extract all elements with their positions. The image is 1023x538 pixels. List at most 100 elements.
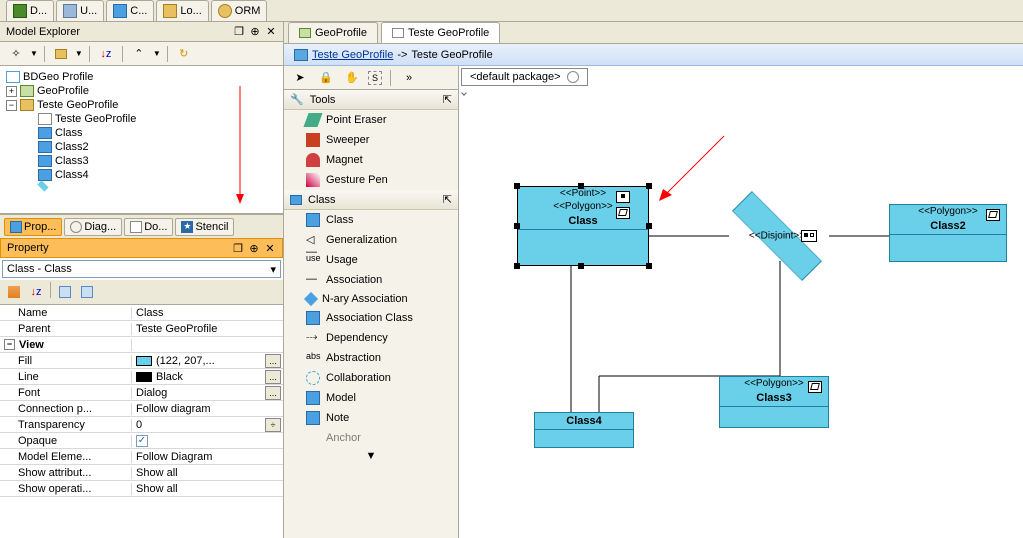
uml-nary[interactable]: <<Disjoint>>	[722, 208, 832, 264]
package-icon[interactable]	[51, 44, 71, 64]
class-icon	[306, 213, 320, 227]
uml-class[interactable]: Class4	[534, 412, 634, 448]
sweeper-icon	[306, 133, 320, 147]
select-icon[interactable]: S	[368, 71, 382, 85]
model-tree[interactable]: BDGeo Profile +GeoProfile −Teste GeoProf…	[0, 66, 283, 214]
property-panel: Property ❐ ⊕ ✕ Class - Class▾ ↓z NameCla…	[0, 238, 283, 538]
documentation-tab[interactable]: Do...	[124, 218, 173, 236]
expander-icon[interactable]: +	[6, 86, 17, 97]
edit-button[interactable]: ...	[265, 370, 281, 384]
close-icon[interactable]: ✕	[265, 26, 277, 38]
explorer-bottom-tabs: Prop... Diag... Do... ★Stencil	[0, 214, 283, 238]
edit-button[interactable]: ...	[265, 386, 281, 400]
refresh-icon[interactable]: ↻	[174, 44, 194, 64]
uml-class[interactable]: <<Point>> <<Polygon>> Class	[517, 186, 649, 266]
spinner-button[interactable]: ÷	[265, 418, 281, 432]
polygon-geo-icon	[986, 209, 1000, 221]
abstraction-icon: abs	[306, 351, 320, 365]
note-icon	[306, 411, 320, 425]
collapse-icon: ⇱	[443, 93, 452, 106]
palette-item[interactable]: Point Eraser	[284, 110, 458, 130]
file-tab[interactable]: Lo...	[156, 0, 208, 21]
nary-icon	[304, 292, 318, 306]
stencil-tab[interactable]: ★Stencil	[175, 218, 234, 236]
pen-icon	[306, 173, 320, 187]
polygon-geo-icon	[808, 381, 822, 393]
generalization-icon: ◁—	[306, 233, 320, 247]
edit-button[interactable]: ...	[265, 354, 281, 368]
breadcrumb-root[interactable]: Teste GeoProfile	[312, 49, 393, 61]
class-section[interactable]: Class⇱	[284, 190, 458, 210]
palette-item[interactable]: —Association	[284, 270, 458, 290]
uml-class[interactable]: <<Polygon>> Class2	[889, 204, 1007, 262]
restore-icon[interactable]: ❐	[232, 242, 244, 254]
restore-icon[interactable]: ❐	[233, 26, 245, 38]
palette-item[interactable]: Model	[284, 388, 458, 408]
pin-icon[interactable]: ⊕	[249, 26, 261, 38]
element-selector[interactable]: Class - Class▾	[2, 260, 281, 278]
model-explorer-title: Model Explorer	[6, 26, 80, 38]
pin-icon[interactable]: ⊕	[248, 242, 260, 254]
expander-icon[interactable]: −	[4, 339, 15, 350]
diagrams-tab[interactable]: Diag...	[64, 218, 122, 236]
expander-icon[interactable]: −	[6, 100, 17, 111]
polygon-geo-icon	[616, 207, 630, 219]
show-icon[interactable]	[55, 282, 75, 302]
collapse-icon: ⇱	[443, 193, 452, 206]
palette-item[interactable]: Anchor	[284, 428, 458, 448]
file-tab[interactable]: ORM	[211, 0, 268, 21]
tools-section[interactable]: 🔧Tools⇱	[284, 90, 458, 110]
editor-tabs: GeoProfile Teste GeoProfile	[284, 22, 1023, 44]
collapse-icon[interactable]: ⌃	[129, 44, 149, 64]
editor-tab[interactable]: GeoProfile	[288, 22, 378, 43]
sort-icon[interactable]: ↓z	[96, 44, 116, 64]
palette-item[interactable]: Association Class	[284, 308, 458, 328]
show-all-icon[interactable]	[77, 282, 97, 302]
file-tab[interactable]: C...	[106, 0, 154, 21]
palette-item[interactable]: N-ary Association	[284, 290, 458, 308]
properties-tab[interactable]: Prop...	[4, 218, 62, 236]
close-icon[interactable]: ✕	[264, 242, 276, 254]
palette-item[interactable]: ⤏Dependency	[284, 328, 458, 348]
package-tab[interactable]: <default package>	[461, 68, 588, 86]
chevron-down-icon: ▾	[270, 263, 276, 276]
palette-item[interactable]: absAbstraction	[284, 348, 458, 368]
wrench-icon: 🔧	[290, 93, 304, 106]
scroll-down-icon[interactable]: ▼	[366, 450, 377, 462]
class-icon	[290, 195, 302, 205]
diagram-icon	[294, 49, 308, 61]
breadcrumb-arrow-icon	[461, 90, 467, 96]
diagram-canvas[interactable]: <default package> <<Point>> <<Polygon>> …	[459, 66, 1023, 538]
categorize-icon[interactable]	[4, 282, 24, 302]
pointer-icon[interactable]: ➤	[290, 68, 310, 88]
uml-class[interactable]: <<Polygon>> Class3	[719, 376, 829, 428]
search-icon[interactable]	[567, 71, 579, 83]
lock-icon[interactable]: 🔒	[316, 68, 336, 88]
model-explorer-header: Model Explorer ❐ ⊕ ✕	[0, 22, 283, 42]
palette-item[interactable]: Magnet	[284, 150, 458, 170]
property-grid[interactable]: NameClass ParentTeste GeoProfile −View F…	[0, 305, 283, 538]
new-icon[interactable]: ✧	[6, 44, 26, 64]
tool-palette: ➤ 🔒 ✋ S » 🔧Tools⇱ Point Eraser Sweeper M…	[284, 66, 459, 538]
file-tab[interactable]: U...	[56, 0, 104, 21]
pan-icon[interactable]: ✋	[342, 68, 362, 88]
editor-tab[interactable]: Teste GeoProfile	[381, 22, 500, 43]
palette-item[interactable]: Sweeper	[284, 130, 458, 150]
palette-item[interactable]: Class	[284, 210, 458, 230]
collaboration-icon	[306, 371, 320, 385]
eraser-icon	[303, 113, 322, 127]
annotation-arrow-icon	[654, 131, 734, 211]
anchor-icon	[306, 431, 320, 445]
checkbox[interactable]: ✓	[136, 435, 148, 447]
palette-item[interactable]: ◁—Generalization	[284, 230, 458, 250]
file-tab[interactable]: D...	[6, 0, 54, 21]
more-icon[interactable]: »	[399, 68, 419, 88]
palette-item[interactable]: Collaboration	[284, 368, 458, 388]
dependency-icon: ⤏	[306, 331, 320, 345]
palette-item[interactable]: useUsage	[284, 250, 458, 270]
palette-item[interactable]: Gesture Pen	[284, 170, 458, 190]
file-tabs: D... U... C... Lo... ORM	[0, 0, 1023, 22]
palette-item[interactable]: Note	[284, 408, 458, 428]
association-icon: —	[306, 273, 320, 287]
sort-icon[interactable]: ↓z	[26, 282, 46, 302]
